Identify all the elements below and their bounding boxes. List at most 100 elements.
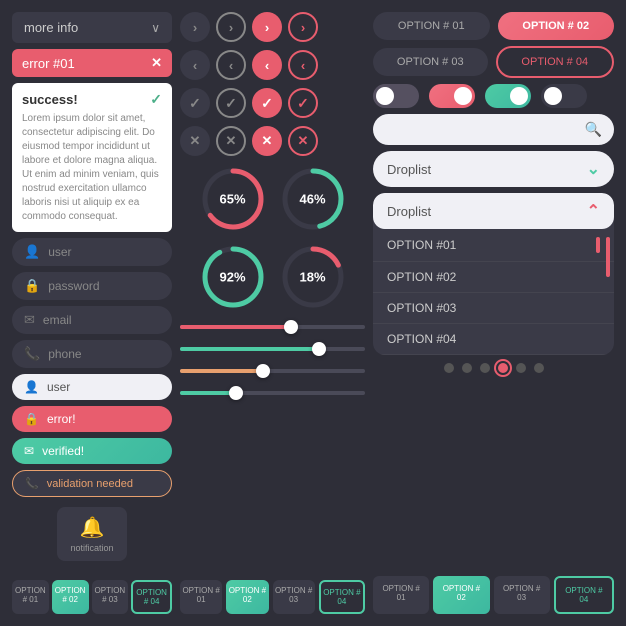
toggle-teal[interactable] <box>485 84 531 108</box>
cross-filled[interactable]: ✕ <box>252 126 282 156</box>
search-input[interactable] <box>385 123 579 137</box>
droplist-option-1[interactable]: OPTION #01 <box>373 229 614 262</box>
user-icon: 👤 <box>24 244 40 260</box>
option-indicator-1 <box>596 237 600 253</box>
right-bottom-tabs: OPTION # 01 OPTION # 02 OPTION # 03 OPTI… <box>373 576 614 614</box>
verified-label: verified! <box>42 444 84 458</box>
radio-dot-4-active[interactable] <box>498 363 508 373</box>
droplist-open-header[interactable]: Droplist ⌃ <box>373 193 614 229</box>
droplist-closed[interactable]: Droplist ⌄ <box>373 151 614 187</box>
toggle-pink[interactable] <box>429 84 475 108</box>
toggle-off[interactable] <box>373 84 419 108</box>
slider-thumb-4[interactable] <box>229 386 243 400</box>
toggles-row <box>373 84 614 108</box>
slider-track-4 <box>180 391 365 395</box>
user-input-dark[interactable]: 👤 user <box>12 238 172 266</box>
close-icon[interactable]: ✕ <box>151 55 162 71</box>
toggle-dark[interactable] <box>541 84 587 108</box>
slider-track-2 <box>180 347 365 351</box>
droplist-option-4[interactable]: OPTION #04 <box>373 324 614 355</box>
left-arrow-outline-pink[interactable]: ‹ <box>288 50 318 80</box>
user-label: user <box>48 245 71 259</box>
check-filled[interactable]: ✓ <box>252 88 282 118</box>
validation-input[interactable]: 📞 validation needed <box>12 470 172 497</box>
check-outline[interactable]: ✓ <box>216 88 246 118</box>
radio-dot-1[interactable] <box>444 363 454 373</box>
right-tab-3[interactable]: OPTION # 03 <box>494 576 550 614</box>
right-arrow-buttons: › › › › <box>180 12 365 42</box>
slider-thumb-3[interactable] <box>256 364 270 378</box>
right-arrow-flat[interactable]: › <box>180 12 210 42</box>
radio-dot-5[interactable] <box>516 363 526 373</box>
check-flat[interactable]: ✓ <box>180 88 210 118</box>
progress-circle-18: 18% <box>278 242 348 312</box>
left-tab-4[interactable]: OPTION # 04 <box>131 580 172 614</box>
error-input[interactable]: 🔒 error! <box>12 406 172 432</box>
mid-tab-1[interactable]: OPTION # 01 <box>180 580 222 614</box>
dropdown-scrollbar[interactable] <box>606 237 610 277</box>
verified-input[interactable]: ✉ verified! <box>12 438 172 464</box>
cross-outline[interactable]: ✕ <box>216 126 246 156</box>
error-label: error #01 <box>22 56 75 71</box>
validation-label: validation needed <box>47 478 133 490</box>
check-outline-pink[interactable]: ✓ <box>288 88 318 118</box>
left-tab-2[interactable]: OPTION # 02 <box>52 580 89 614</box>
chevron-down-icon-droplist: ⌄ <box>587 159 600 179</box>
progress-92-label: 92% <box>219 270 245 285</box>
right-arrow-outline[interactable]: › <box>216 12 246 42</box>
cross-flat[interactable]: ✕ <box>180 126 210 156</box>
error-input-label: error! <box>47 412 76 426</box>
cross-outline-pink[interactable]: ✕ <box>288 126 318 156</box>
phone-input-dark[interactable]: 📞 phone <box>12 340 172 368</box>
radio-dot-6[interactable] <box>534 363 544 373</box>
right-option-3[interactable]: OPTION # 03 <box>373 48 488 76</box>
progress-circles-top: 65% 46% <box>180 164 365 234</box>
left-tab-1[interactable]: OPTION # 01 <box>12 580 49 614</box>
user-input-light[interactable]: 👤 user <box>12 374 172 400</box>
right-option-1[interactable]: OPTION # 01 <box>373 12 490 40</box>
slider-thumb-1[interactable] <box>284 320 298 334</box>
right-tab-4[interactable]: OPTION # 04 <box>554 576 614 614</box>
left-arrow-outline[interactable]: ‹ <box>216 50 246 80</box>
notification-button[interactable]: 🔔 notification <box>57 507 127 561</box>
search-icon: 🔍 <box>585 121 602 138</box>
search-bar[interactable]: 🔍 <box>373 114 614 145</box>
progress-circle-46: 46% <box>278 164 348 234</box>
lock-icon-error: 🔒 <box>24 412 39 426</box>
mid-tab-3[interactable]: OPTION # 03 <box>273 580 315 614</box>
lock-icon: 🔒 <box>24 278 40 294</box>
mid-tab-2[interactable]: OPTION # 02 <box>226 580 268 614</box>
right-tab-2[interactable]: OPTION # 02 <box>433 576 489 614</box>
right-option-2[interactable]: OPTION # 02 <box>498 12 615 40</box>
radio-dot-2[interactable] <box>462 363 472 373</box>
progress-circles-bottom: 92% 18% <box>180 242 365 312</box>
droplist-open: Droplist ⌃ OPTION #01 OPTION #02 OPTION … <box>373 193 614 355</box>
more-info-dropdown[interactable]: more info ∨ <box>12 12 172 43</box>
mid-bottom-tabs: OPTION # 01 OPTION # 02 OPTION # 03 OPTI… <box>180 580 365 614</box>
mid-tab-4[interactable]: OPTION # 04 <box>319 580 365 614</box>
radio-dot-3[interactable] <box>480 363 490 373</box>
left-arrow-buttons: ‹ ‹ ‹ ‹ <box>180 50 365 80</box>
slider-thumb-2[interactable] <box>312 342 326 356</box>
progress-circle-65: 65% <box>198 164 268 234</box>
right-arrow-filled[interactable]: › <box>252 12 282 42</box>
left-column: more info ∨ error #01 ✕ success! ✓ Lorem… <box>12 12 172 614</box>
cross-buttons-row: ✕ ✕ ✕ ✕ <box>180 126 365 156</box>
droplist-option-3[interactable]: OPTION #03 <box>373 293 614 324</box>
phone-icon-validation: 📞 <box>25 477 39 490</box>
right-arrow-outline-pink[interactable]: › <box>288 12 318 42</box>
success-card: success! ✓ Lorem ipsum dolor sit amet, c… <box>12 83 172 232</box>
droplist-option-2[interactable]: OPTION #02 <box>373 262 614 293</box>
left-arrow-filled[interactable]: ‹ <box>252 50 282 80</box>
right-column: OPTION # 01 OPTION # 02 OPTION # 03 OPTI… <box>373 12 614 614</box>
left-arrow-flat[interactable]: ‹ <box>180 50 210 80</box>
email-input-dark[interactable]: ✉ email <box>12 306 172 334</box>
toggle-knob-teal <box>510 87 528 105</box>
toggle-knob-off <box>376 87 394 105</box>
left-tab-3[interactable]: OPTION # 03 <box>92 580 129 614</box>
right-tab-1[interactable]: OPTION # 01 <box>373 576 429 614</box>
chevron-down-icon: ∨ <box>151 21 160 35</box>
password-input-dark[interactable]: 🔒 password <box>12 272 172 300</box>
right-option-4[interactable]: OPTION # 04 <box>496 46 615 78</box>
progress-circle-92: 92% <box>198 242 268 312</box>
